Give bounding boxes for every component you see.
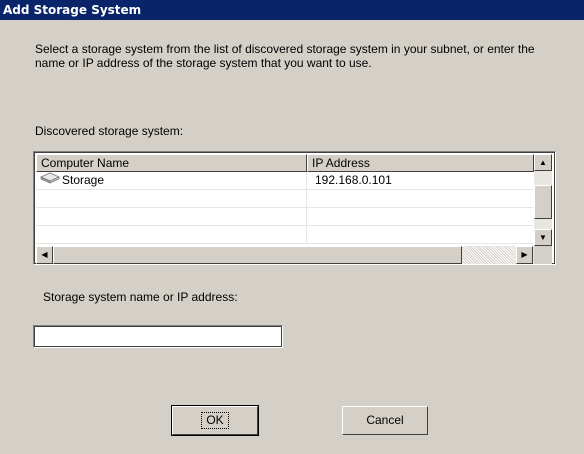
scroll-left-arrow-icon[interactable]: ◀ [36,246,53,264]
column-header-ip-address[interactable]: IP Address [307,154,534,172]
vertical-scroll-thumb[interactable] [534,185,552,219]
storage-list[interactable]: Computer Name IP Address Storage 192.168… [33,151,556,265]
scroll-down-arrow-icon[interactable]: ▼ [534,229,552,246]
discovered-label: Discovered storage system: [35,124,184,138]
scroll-right-arrow-icon[interactable]: ▶ [516,246,533,264]
storage-device-icon [40,172,60,189]
scroll-up-arrow-icon[interactable]: ▲ [534,154,552,171]
dialog-title: Add Storage System [0,0,584,20]
name-field-label: Storage system name or IP address: [43,290,238,304]
column-header-computer-name[interactable]: Computer Name [36,154,307,172]
ok-button[interactable]: OK [171,405,259,436]
cancel-button[interactable]: Cancel [342,406,428,435]
ok-button-label: OK [201,412,229,429]
list-row-empty [36,190,533,208]
scroll-corner [534,246,552,264]
scroll-track-hatch [462,246,516,264]
list-item-ip: 192.168.0.101 [307,172,533,190]
list-row-empty [36,208,533,226]
horizontal-scroll-thumb[interactable] [53,246,462,264]
list-row-empty [36,226,533,246]
description-text: Select a storage system from the list of… [35,42,535,70]
cancel-button-label: Cancel [366,413,404,427]
list-row-storage[interactable]: Storage 192.168.0.101 [36,172,533,190]
list-item-name: Storage [62,173,105,187]
storage-name-input[interactable] [33,325,283,348]
